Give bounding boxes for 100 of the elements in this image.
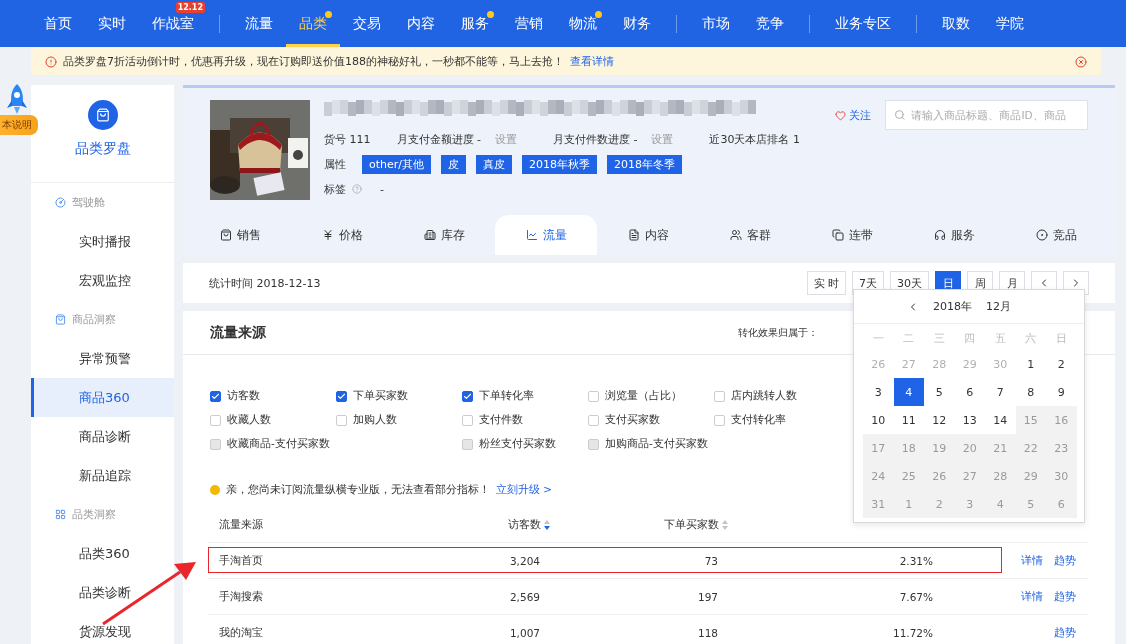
checkbox[interactable]: [336, 390, 347, 402]
sidebar-item[interactable]: 宏观监控: [31, 261, 174, 300]
bag-icon: [55, 314, 66, 325]
copy-icon: [831, 229, 844, 241]
weekday-label: 四: [963, 330, 977, 347]
checkbox-label: 粉丝支付买家数: [479, 437, 556, 451]
tab[interactable]: 库存: [393, 215, 495, 255]
nav-item[interactable]: 取数: [929, 0, 983, 47]
checkbox-label: 浏览量（占比）: [605, 389, 682, 403]
upgrade-link[interactable]: 立刻升级 >: [496, 483, 553, 497]
nav-item[interactable]: 营销: [502, 0, 556, 47]
tags-value: -: [380, 182, 384, 196]
sidebar-group-label: 品类洞察: [72, 507, 116, 522]
sidebar-title: 品类罗盘: [74, 140, 131, 158]
sidebar-item[interactable]: 实时播报: [31, 222, 174, 261]
warning-icon: [210, 485, 220, 495]
sidebar-item[interactable]: 商品诊断: [31, 417, 174, 456]
tags-label: 标签: [324, 181, 346, 197]
search-field[interactable]: 请输入商品标题、商品ID、商品: [885, 100, 1088, 130]
nav-item[interactable]: 学院: [983, 0, 1037, 47]
attribute-tag: 2018年冬季: [607, 154, 682, 174]
building-icon: [423, 229, 436, 241]
table-cell-text: 73: [703, 554, 719, 567]
nav-item[interactable]: 流量: [232, 0, 286, 47]
sidebar-item[interactable]: 商品360: [31, 378, 174, 417]
tab[interactable]: 竞品: [1005, 215, 1107, 255]
calendar-day[interactable]: 4: [893, 378, 924, 406]
set-link[interactable]: 设置: [494, 131, 517, 147]
tab[interactable]: 连带: [801, 215, 903, 255]
action-link[interactable]: 详情: [1021, 553, 1043, 568]
attribution-label: 转化效果归属于：: [738, 325, 818, 340]
sidebar-item[interactable]: 货源发现: [31, 612, 174, 644]
nav-item[interactable]: 业务专区: [822, 0, 904, 47]
tab[interactable]: 价格: [291, 215, 393, 255]
action-link[interactable]: 趋势: [1054, 553, 1076, 568]
range-button[interactable]: 实 时: [806, 271, 846, 295]
table-cell-text: 7.67%: [898, 590, 934, 603]
checkbox-label: 加购商品-支付买家数: [605, 437, 708, 451]
attribute-tag: other/其他: [362, 154, 431, 174]
grid-icon: [55, 509, 66, 520]
weekday-label: 六: [1024, 330, 1038, 347]
sidebar-item[interactable]: 品类360: [31, 534, 174, 573]
nav-item[interactable]: 物流: [556, 0, 610, 47]
tab[interactable]: 流量: [495, 215, 597, 255]
card-title: 流量来源: [210, 323, 266, 342]
calendar-year[interactable]: 2018年: [933, 299, 972, 314]
document-icon: [627, 229, 640, 241]
nav-item[interactable]: 首页: [31, 0, 85, 47]
checkbox-label: 支付买家数: [605, 413, 660, 427]
rocket-icon[interactable]: [5, 84, 29, 114]
meta-text: 近30天本店排名 1: [709, 131, 800, 147]
checkbox[interactable]: [210, 390, 221, 402]
nav-item[interactable]: 市场: [689, 0, 743, 47]
nav-item[interactable]: 实时: [85, 0, 139, 47]
checkbox-label: 支付件数: [479, 413, 523, 427]
column-header[interactable]: 下单买家数: [550, 517, 728, 532]
yen-icon: [321, 229, 334, 241]
sidebar-item[interactable]: 异常预警: [31, 339, 174, 378]
bag-icon: [87, 100, 118, 130]
nav-item[interactable]: 财务: [610, 0, 664, 47]
attributes-label: 属性: [324, 156, 346, 172]
upgrade-text: 亲，您尚未订阅流量纵横专业版，无法查看部分指标！: [226, 483, 490, 497]
nav-item[interactable]: 内容: [394, 0, 448, 47]
attribute-tag: 真皮: [476, 154, 512, 174]
search-icon: [894, 109, 906, 121]
attribute-tag: 2018年秋季: [522, 154, 597, 174]
sort-icon: [722, 519, 728, 530]
calendar-month[interactable]: 12月: [986, 299, 1011, 314]
nav-item[interactable]: 服务: [448, 0, 502, 47]
follow-button[interactable]: 关注: [835, 108, 871, 123]
tab[interactable]: 内容: [597, 215, 699, 255]
meta-text: 货号 111: [324, 131, 371, 147]
action-link[interactable]: 趋势: [1054, 589, 1076, 604]
help-icon[interactable]: [352, 184, 362, 194]
attribute-tag: 皮: [441, 154, 466, 174]
sort-icon: [544, 519, 550, 530]
checkbox[interactable]: [462, 390, 473, 402]
sidebar-item[interactable]: 品类诊断: [31, 573, 174, 612]
set-link[interactable]: 设置: [651, 131, 674, 147]
tab[interactable]: 客群: [699, 215, 801, 255]
version-badge[interactable]: 本说明: [0, 115, 38, 135]
weekday-label: 日: [1054, 330, 1068, 347]
meta-text: 月支付件数进度 -: [552, 131, 638, 147]
sidebar-item[interactable]: 新品追踪: [31, 456, 174, 495]
column-header[interactable]: 访客数: [458, 517, 550, 532]
nav-item[interactable]: 交易: [340, 0, 394, 47]
action-link[interactable]: 趋势: [1054, 625, 1076, 640]
close-icon[interactable]: [1075, 55, 1087, 68]
column-header: 流量来源: [218, 517, 264, 532]
nav-item[interactable]: 竞争: [743, 0, 797, 47]
weekday-label: 五: [993, 330, 1007, 347]
action-link[interactable]: 详情: [1021, 589, 1043, 604]
nav-item[interactable]: 品类: [286, 0, 340, 47]
notice-text: 品类罗盘7折活动倒计时，优惠再升级，现在订购即送价值188的神秘好礼，一秒都不能等，马上去抢！: [63, 54, 564, 69]
checkbox-label: 加购人数: [353, 413, 397, 427]
details-link[interactable]: 查看详情: [570, 54, 614, 69]
tab[interactable]: 服务: [903, 215, 1005, 255]
nav-item[interactable]: 作战室 12.12: [139, 0, 207, 47]
checkbox-label: 下单转化率: [479, 389, 534, 403]
tab[interactable]: 销售: [189, 215, 291, 255]
